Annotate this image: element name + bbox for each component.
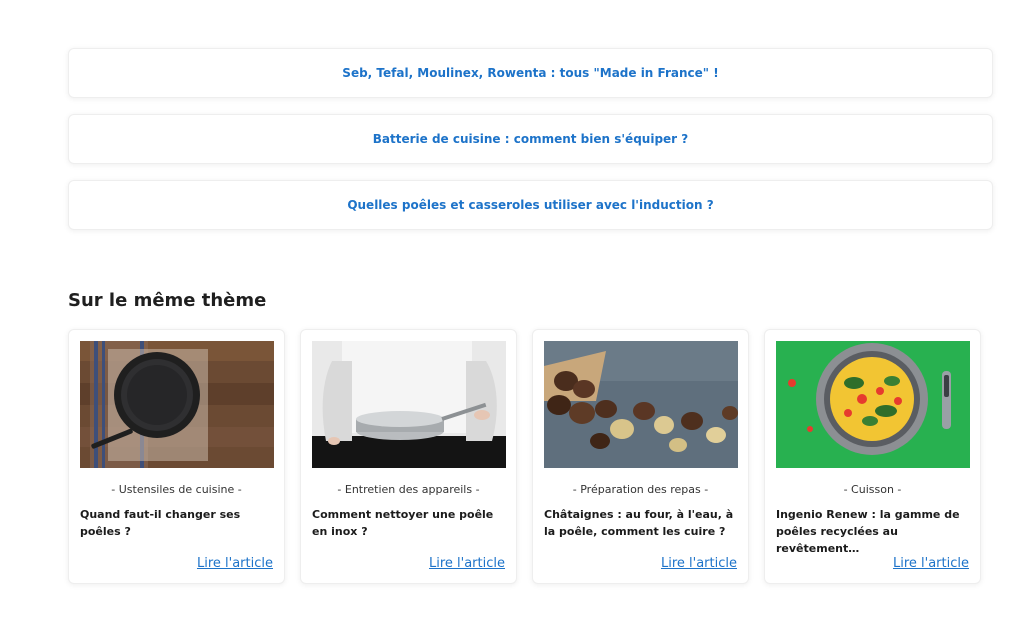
- article-category: - Préparation des repas -: [572, 483, 709, 496]
- read-article-link[interactable]: Lire l'article: [661, 556, 737, 571]
- section-title: Sur le même thème: [68, 290, 267, 311]
- article-card[interactable]: - Entretien des appareils - Comment nett…: [300, 329, 517, 584]
- article-image-inox-pan[interactable]: [312, 341, 506, 468]
- article-category: - Ustensiles de cuisine -: [111, 483, 242, 496]
- article-image-chestnuts[interactable]: [544, 341, 738, 468]
- related-link-batterie-cuisine[interactable]: Batterie de cuisine : comment bien s'équ…: [68, 114, 993, 164]
- read-article-link[interactable]: Lire l'article: [429, 556, 505, 571]
- article-card[interactable]: - Cuisson - Ingenio Renew : la gamme de …: [764, 329, 981, 584]
- related-link-induction[interactable]: Quelles poêles et casseroles utiliser av…: [68, 180, 993, 230]
- article-cards: - Ustensiles de cuisine - Quand faut-il …: [68, 329, 981, 584]
- related-link-label[interactable]: Quelles poêles et casseroles utiliser av…: [347, 198, 713, 212]
- related-link-label[interactable]: Batterie de cuisine : comment bien s'équ…: [373, 132, 688, 146]
- article-title[interactable]: Ingenio Renew : la gamme de poêles recyc…: [776, 506, 970, 557]
- read-article-link[interactable]: Lire l'article: [893, 556, 969, 571]
- page: Seb, Tefal, Moulinex, Rowenta : tous "Ma…: [0, 0, 1024, 632]
- article-title[interactable]: Châtaignes : au four, à l'eau, à la poêl…: [544, 506, 738, 540]
- article-title[interactable]: Quand faut-il changer ses poêles ?: [80, 506, 274, 540]
- article-card[interactable]: - Préparation des repas - Châtaignes : a…: [532, 329, 749, 584]
- article-image-cast-iron-pan[interactable]: [80, 341, 274, 468]
- article-card[interactable]: - Ustensiles de cuisine - Quand faut-il …: [68, 329, 285, 584]
- article-category: - Cuisson -: [843, 483, 902, 496]
- related-link-label[interactable]: Seb, Tefal, Moulinex, Rowenta : tous "Ma…: [342, 66, 718, 80]
- article-category: - Entretien des appareils -: [337, 483, 480, 496]
- related-links-list: Seb, Tefal, Moulinex, Rowenta : tous "Ma…: [68, 48, 993, 246]
- related-link-made-in-france[interactable]: Seb, Tefal, Moulinex, Rowenta : tous "Ma…: [68, 48, 993, 98]
- read-article-link[interactable]: Lire l'article: [197, 556, 273, 571]
- article-image-recycled-pan[interactable]: [776, 341, 970, 468]
- article-title[interactable]: Comment nettoyer une poêle en inox ?: [312, 506, 506, 540]
